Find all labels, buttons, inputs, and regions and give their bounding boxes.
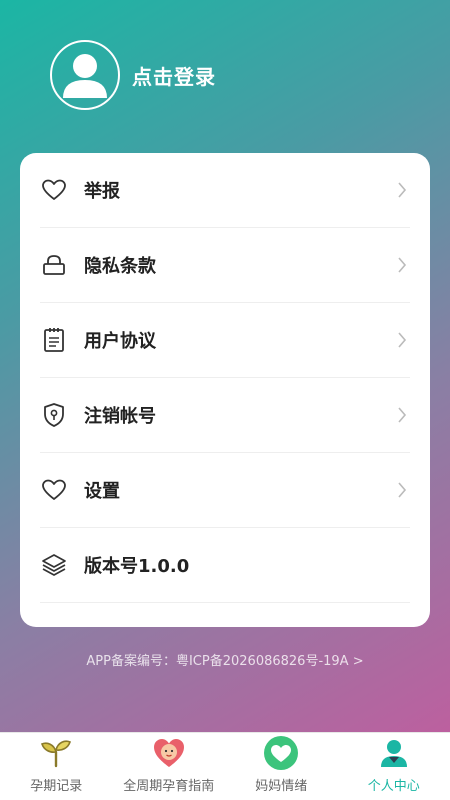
menu-item-label: 注销帐号 xyxy=(84,406,156,427)
sprout-icon xyxy=(38,735,74,771)
menu-item-label: 用户协议 xyxy=(84,331,156,352)
heart-icon xyxy=(40,176,68,204)
clipboard-icon xyxy=(40,326,68,354)
heart-icon xyxy=(40,476,68,504)
login-label[interactable]: 点击登录 xyxy=(132,61,216,90)
tab-personal-center[interactable]: 个人中心 xyxy=(338,733,450,800)
shield-icon xyxy=(40,401,68,429)
chevron-right-icon xyxy=(394,480,410,500)
tab-label: 孕期记录 xyxy=(30,779,83,794)
avatar-user-icon xyxy=(63,54,107,98)
menu-item-label: 举报 xyxy=(84,181,120,202)
menu-card: 举报 隐私条款 用户协议 注销帐号 设置 版本号1.0.0 xyxy=(20,153,430,627)
tab-pregnancy-guide[interactable]: 全周期孕育指南 xyxy=(113,733,226,800)
menu-item-privacy[interactable]: 隐私条款 xyxy=(40,228,410,303)
chevron-right-icon xyxy=(394,405,410,425)
menu-item-agreement[interactable]: 用户协议 xyxy=(40,303,410,378)
heart-circle-icon xyxy=(263,735,299,771)
tab-mom-emotion[interactable]: 妈妈情绪 xyxy=(225,733,338,800)
tab-label: 妈妈情绪 xyxy=(255,779,308,794)
chevron-right-icon xyxy=(394,180,410,200)
lock-icon xyxy=(40,251,68,279)
bottom-tab-bar: 孕期记录 全周期孕育指南 妈妈情绪 个人中心 xyxy=(0,732,450,800)
menu-item-report[interactable]: 举报 xyxy=(40,153,410,228)
menu-item-version: 版本号1.0.0 xyxy=(40,528,410,603)
chevron-right-icon xyxy=(394,255,410,275)
menu-item-settings[interactable]: 设置 xyxy=(40,453,410,528)
chevron-right-icon xyxy=(394,330,410,350)
tab-label: 个人中心 xyxy=(367,779,420,794)
menu-item-label: 隐私条款 xyxy=(84,256,156,277)
tab-pregnancy-record[interactable]: 孕期记录 xyxy=(0,733,113,800)
layers-icon xyxy=(40,551,68,579)
menu-item-delete-account[interactable]: 注销帐号 xyxy=(40,378,410,453)
baby-heart-icon xyxy=(151,735,187,771)
icp-record-link[interactable]: APP备案编号：粤ICP备2026086826号-19A > xyxy=(0,650,450,669)
menu-item-label: 设置 xyxy=(84,481,120,502)
avatar[interactable] xyxy=(50,40,120,110)
tab-label: 全周期孕育指南 xyxy=(123,779,215,794)
version-label: 版本号1.0.0 xyxy=(84,556,190,577)
user-header[interactable]: 点击登录 xyxy=(50,40,216,110)
user-icon xyxy=(376,735,412,771)
